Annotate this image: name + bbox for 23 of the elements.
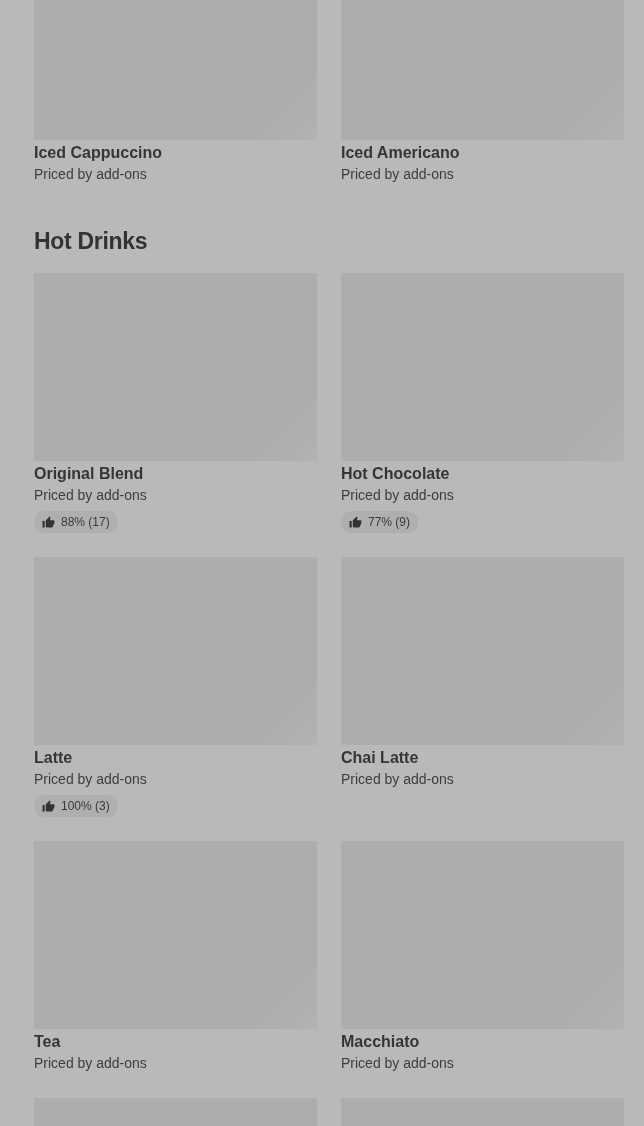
product-name: Macchiato (341, 1032, 420, 1052)
rating-text: 88% (17) (61, 515, 110, 529)
product-price-note: Priced by add-ons (34, 486, 147, 505)
product-name: Iced Cappuccino (34, 143, 163, 163)
product-price-note: Priced by add-ons (341, 770, 454, 789)
product-price-note: Priced by add-ons (34, 1054, 147, 1073)
product-price-note: Priced by add-ons (341, 165, 454, 184)
product-name: Chai Latte (341, 748, 419, 768)
product-name: Hot Chocolate (341, 464, 450, 484)
product-price-note: Priced by add-ons (341, 1054, 454, 1073)
section-heading: Hot Drinks (34, 227, 149, 256)
thumbs-up-icon (349, 515, 362, 529)
product-price-note: Priced by add-ons (34, 165, 147, 184)
product-name: Original Blend (34, 464, 144, 484)
product-price-note: Priced by add-ons (34, 770, 147, 789)
product-name: Iced Americano (341, 143, 460, 163)
product-name: Latte (34, 748, 73, 768)
thumbs-up-icon (42, 799, 55, 813)
product-name: Tea (34, 1032, 61, 1052)
thumbs-up-icon (42, 515, 55, 529)
rating-text: 77% (9) (368, 515, 411, 529)
rating-text: 100% (3) (61, 799, 110, 813)
product-price-note: Priced by add-ons (341, 486, 454, 505)
